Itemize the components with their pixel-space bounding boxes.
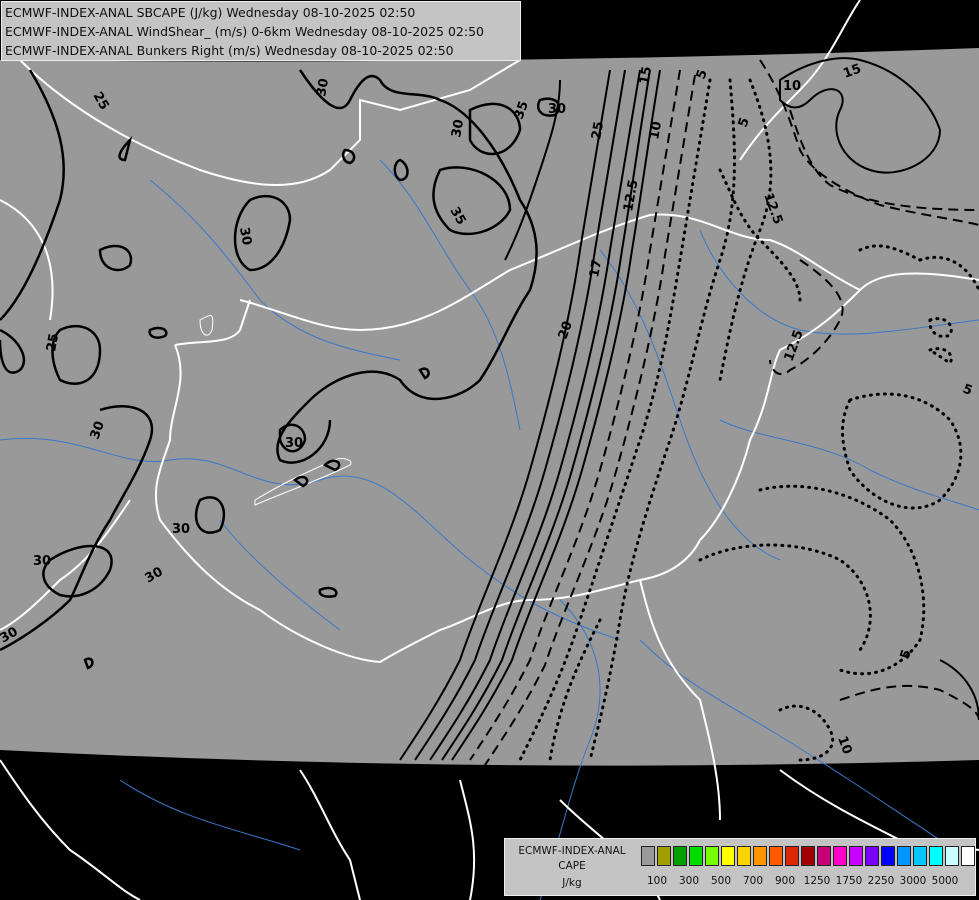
header-line-bunkers: ECMWF-INDEX-ANAL Bunkers Right (m/s) Wed… <box>5 43 454 58</box>
legend-tick-label: 700 <box>742 875 764 887</box>
legend-swatch <box>657 846 671 866</box>
header-line-sbcape: ECMWF-INDEX-ANAL SBCAPE (J/kg) Wednesday… <box>5 5 416 20</box>
legend-swatch <box>865 846 879 866</box>
shear-label: 10 <box>783 79 801 94</box>
legend-swatch <box>817 846 831 866</box>
legend-tick-label: 1250 <box>803 875 831 887</box>
shear-label: 15 <box>637 65 655 85</box>
cape-label: 30 <box>236 226 254 246</box>
cape-label: 30 <box>449 118 467 138</box>
header-line-windshear: ECMWF-INDEX-ANAL WindShear_ (m/s) 0-6km … <box>5 24 484 39</box>
legend-tick-label: 900 <box>774 875 796 887</box>
legend-swatch <box>705 846 719 866</box>
legend-swatch <box>689 846 703 866</box>
legend-tick-label: 2250 <box>867 875 895 887</box>
cape-label: 30 <box>33 554 51 569</box>
legend-tick-label: 3000 <box>899 875 927 887</box>
legend-tick-label: 1750 <box>835 875 863 887</box>
legend-swatch <box>737 846 751 866</box>
legend-swatch <box>849 846 863 866</box>
legend-swatch <box>929 846 943 866</box>
legend-swatch <box>753 846 767 866</box>
legend-swatch <box>961 846 975 866</box>
legend-tick-label: 5000 <box>931 875 959 887</box>
legend-swatch <box>673 846 687 866</box>
map-header: ECMWF-INDEX-ANAL SBCAPE (J/kg) Wednesday… <box>1 1 521 61</box>
shear-label: 25 <box>589 120 607 140</box>
legend-title: ECMWF-INDEX-ANAL <box>518 845 626 857</box>
legend-tick-label: 300 <box>678 875 700 887</box>
legend-swatch <box>945 846 959 866</box>
legend-swatch <box>721 846 735 866</box>
model-domain <box>0 48 979 766</box>
shear-label: 17 <box>587 258 605 278</box>
legend-swatch <box>785 846 799 866</box>
shear-label: 10 <box>647 120 665 140</box>
cape-label: 30 <box>172 522 190 537</box>
legend-variable: CAPE <box>558 860 586 872</box>
legend-swatch <box>769 846 783 866</box>
legend-swatch <box>801 846 815 866</box>
cape-legend: ECMWF-INDEX-ANAL CAPE J/kg 100 300 500 700 9… <box>504 838 976 896</box>
legend-swatch <box>833 846 847 866</box>
legend-units: J/kg <box>562 877 582 889</box>
legend-tick-label: 100 <box>646 875 668 887</box>
cape-label: 30 <box>314 77 332 97</box>
legend-swatch <box>913 846 927 866</box>
cape-label: 30 <box>548 102 566 117</box>
legend-swatch <box>881 846 895 866</box>
cape-label: 25 <box>44 332 62 352</box>
legend-tick-label: 500 <box>710 875 732 887</box>
legend-swatch <box>641 846 655 866</box>
weather-map: 25 30 30 35 35 30 30 25 30 30 30 30 30 3… <box>0 0 979 900</box>
cape-label: 30 <box>285 436 303 451</box>
legend-swatch <box>897 846 911 866</box>
